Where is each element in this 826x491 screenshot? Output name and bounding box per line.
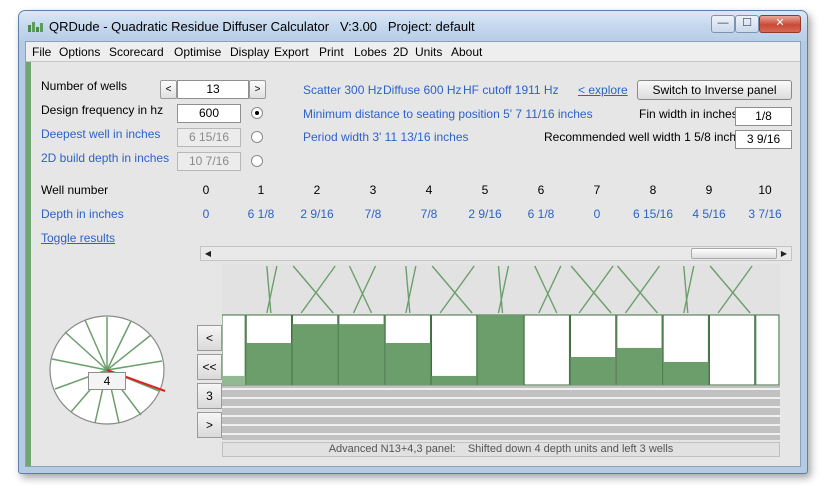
deepest-well-field[interactable]: 6 15/16 xyxy=(177,128,241,147)
depth-cell: 7/8 xyxy=(420,207,438,221)
well-number-cell: 5 xyxy=(481,183,489,197)
well-background xyxy=(523,314,570,386)
client-area: File Options Scorecard Optimise Display … xyxy=(25,41,801,467)
hf-cutoff-text: HF cutoff 1911 Hz xyxy=(463,83,559,97)
build-depth-radio[interactable] xyxy=(251,155,263,167)
design-frequency-field[interactable]: 600 xyxy=(177,104,241,123)
depth-cell: 2 9/16 xyxy=(468,207,502,221)
build-depth-field[interactable]: 10 7/16 xyxy=(177,152,241,171)
menu-options[interactable]: Options xyxy=(59,45,100,59)
menu-display[interactable]: Display xyxy=(230,45,269,59)
rotation-dial[interactable] xyxy=(47,313,167,428)
switch-inverse-panel-button[interactable]: Switch to Inverse panel xyxy=(637,80,792,100)
wells-increment-button[interactable]: > xyxy=(249,80,266,99)
well-number-cell: 6 xyxy=(537,183,545,197)
close-button[interactable]: ✕ xyxy=(759,15,801,33)
maximize-button[interactable]: ☐ xyxy=(735,15,759,33)
well-background xyxy=(431,314,478,386)
scatter-freq-text: Scatter 300 Hz xyxy=(303,83,383,97)
menu-bar: File Options Scorecard Optimise Display … xyxy=(26,42,800,62)
depth-cell: 0 xyxy=(593,207,601,221)
dial-value-field[interactable]: 4 xyxy=(88,372,126,390)
period-width-text: Period width 3' 11 13/16 inches xyxy=(303,130,469,144)
well-number-label: Well number xyxy=(41,183,109,197)
side-accent-bar xyxy=(26,62,31,466)
well-number-cell: 0 xyxy=(202,183,210,197)
scroll-left-arrow-icon[interactable]: ◀ xyxy=(201,247,215,260)
recommended-well-width-label: Recommended well width 1 5/8 inches xyxy=(544,130,749,144)
app-window: QRDude - Quadratic Residue Diffuser Calc… xyxy=(18,10,808,474)
deepest-well-label: Deepest well in inches xyxy=(41,127,161,141)
depth-cell: 4 5/16 xyxy=(692,207,726,221)
recommended-well-width-field[interactable]: 3 9/16 xyxy=(735,130,792,149)
well-fill xyxy=(431,375,477,385)
shift-amount-field[interactable]: 3 xyxy=(197,383,222,409)
qrdude-logo-icon xyxy=(28,22,43,32)
well-fill xyxy=(246,343,292,385)
build-depth-label: 2D build depth in inches xyxy=(41,151,170,165)
menu-2d[interactable]: 2D xyxy=(393,45,408,59)
well-number-cell: 4 xyxy=(425,183,433,197)
menu-optimise[interactable]: Optimise xyxy=(174,45,221,59)
well-background xyxy=(708,314,756,386)
well-fill xyxy=(292,324,338,385)
well-fill xyxy=(616,347,663,385)
minimize-button[interactable]: — xyxy=(711,15,735,33)
min-distance-text: Minimum distance to seating position 5' … xyxy=(303,107,593,121)
depth-cell: 0 xyxy=(202,207,210,221)
menu-export[interactable]: Export xyxy=(274,45,309,59)
deepest-well-radio[interactable] xyxy=(251,131,263,143)
well-number-cell: 7 xyxy=(593,183,601,197)
panel-base xyxy=(222,385,780,440)
well-number-cell: 1 xyxy=(257,183,265,197)
number-of-wells-label: Number of wells xyxy=(41,79,128,93)
scroll-thumb[interactable] xyxy=(691,248,777,259)
well-fill xyxy=(385,343,431,385)
depth-cell: 6 1/8 xyxy=(247,207,275,221)
number-of-wells-field[interactable]: 13 xyxy=(177,80,249,99)
shift-right-button[interactable]: > xyxy=(197,412,222,438)
panel-status-text: Advanced N13+4,3 panel: Shifted down 4 d… xyxy=(222,442,780,457)
well-fill xyxy=(663,361,709,385)
well-fill xyxy=(338,324,385,385)
menu-lobes[interactable]: Lobes xyxy=(354,45,387,59)
diffuse-freq-text: Diffuse 600 Hz xyxy=(383,83,462,97)
well-fill xyxy=(222,375,246,385)
well-background xyxy=(755,314,780,386)
well-number-cell: 8 xyxy=(649,183,657,197)
shift-far-left-button[interactable]: << xyxy=(197,354,222,380)
window-title: QRDude - Quadratic Residue Diffuser Calc… xyxy=(49,19,475,34)
shift-left-button[interactable]: < xyxy=(197,325,222,351)
fin-width-field[interactable]: 1/8 xyxy=(735,107,792,126)
well-background xyxy=(222,314,246,386)
title-bar[interactable]: QRDude - Quadratic Residue Diffuser Calc… xyxy=(19,11,807,41)
well-fill xyxy=(570,357,616,385)
fin-width-label: Fin width in inches xyxy=(639,107,738,121)
menu-scorecard[interactable]: Scorecard xyxy=(109,45,164,59)
depth-cell: 2 9/16 xyxy=(300,207,334,221)
menu-file[interactable]: File xyxy=(32,45,51,59)
design-frequency-radio[interactable] xyxy=(251,107,263,119)
well-number-cell: 10 xyxy=(758,183,772,197)
depth-cell: 3 7/16 xyxy=(748,207,782,221)
well-number-cell: 9 xyxy=(705,183,713,197)
depth-cell: 7/8 xyxy=(364,207,382,221)
explore-link[interactable]: < explore xyxy=(578,83,628,97)
diffuser-panel-diagram xyxy=(222,264,780,440)
toggle-results-link[interactable]: Toggle results xyxy=(41,231,115,245)
design-frequency-label: Design frequency in hz xyxy=(41,103,164,117)
well-fill xyxy=(477,315,524,385)
depth-cell: 6 1/8 xyxy=(527,207,555,221)
menu-units[interactable]: Units xyxy=(415,45,442,59)
menu-about[interactable]: About xyxy=(451,45,482,59)
well-number-cell: 3 xyxy=(369,183,377,197)
depth-inches-label: Depth in inches xyxy=(41,207,124,221)
wells-decrement-button[interactable]: < xyxy=(160,80,177,99)
well-number-cell: 2 xyxy=(313,183,321,197)
horizontal-scrollbar[interactable]: ◀ ▶ xyxy=(200,246,792,261)
depth-cell: 6 15/16 xyxy=(632,207,674,221)
menu-print[interactable]: Print xyxy=(319,45,344,59)
scroll-right-arrow-icon[interactable]: ▶ xyxy=(777,247,791,260)
